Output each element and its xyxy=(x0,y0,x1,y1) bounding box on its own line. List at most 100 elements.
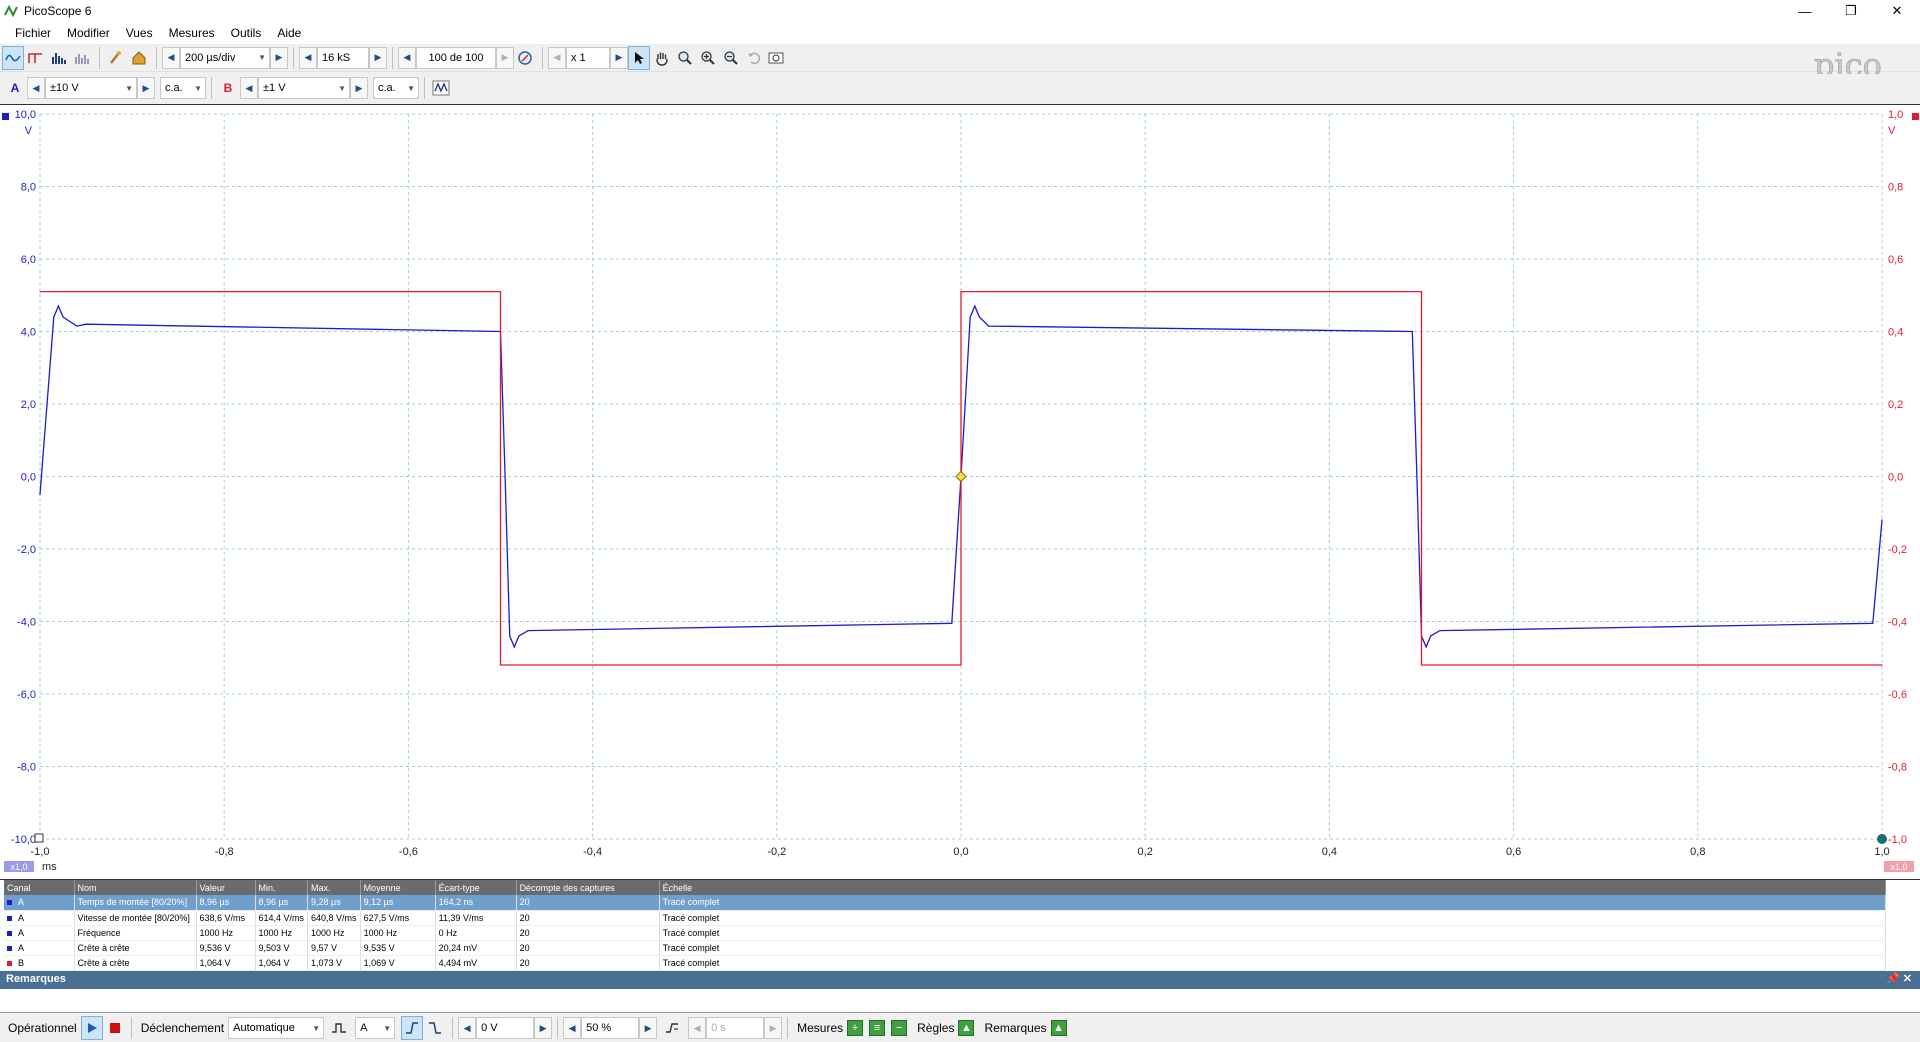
trigger-level-input[interactable]: 0 V xyxy=(476,1017,535,1039)
trigger-channel-select[interactable]: A ▼ xyxy=(355,1017,396,1039)
column-header-min[interactable]: Min. xyxy=(255,880,309,895)
restore-button[interactable]: ❐ xyxy=(1828,0,1874,22)
channel-a-options[interactable]: A xyxy=(4,76,26,100)
chevron-down-icon: ▼ xyxy=(312,1023,321,1033)
menu-fichier[interactable]: Fichier xyxy=(7,24,59,42)
spectrum-mode-icon[interactable] xyxy=(48,46,70,70)
measurement-cell: 640,8 V/ms xyxy=(307,910,361,926)
delay-decrease[interactable]: ◀ xyxy=(688,1017,707,1039)
measurement-cell: 1,069 V xyxy=(360,955,436,971)
persistence-mode-icon[interactable] xyxy=(25,46,47,70)
column-header-nom[interactable]: Nom xyxy=(74,880,197,895)
buffer-next-button[interactable]: ▶ xyxy=(496,46,514,69)
channel-b-marker[interactable] xyxy=(1912,113,1919,120)
scope-mode-icon[interactable] xyxy=(2,45,24,70)
delete-measurement-icon[interactable]: − xyxy=(891,1020,908,1036)
trigger-marker[interactable] xyxy=(955,470,967,483)
zoom-decrease-button[interactable]: ◀ xyxy=(548,46,566,69)
remarks-textarea[interactable] xyxy=(0,989,1920,1013)
channel-a-range-increase[interactable]: ▶ xyxy=(137,77,155,99)
measurement-cell: Tracé complet xyxy=(659,940,1887,956)
pretrigger-increase[interactable]: ▶ xyxy=(639,1017,658,1039)
menu-outils[interactable]: Outils xyxy=(223,24,270,42)
menu-aide[interactable]: Aide xyxy=(269,24,309,42)
falling-edge-icon[interactable] xyxy=(424,1016,446,1040)
zoom-in-icon[interactable] xyxy=(697,46,719,70)
ruler-handle-left[interactable] xyxy=(34,833,44,843)
channel-b-range-decrease[interactable]: ◀ xyxy=(240,77,258,99)
samples-input[interactable]: 16 kS xyxy=(317,46,369,69)
add-measurement-icon[interactable]: + xyxy=(847,1020,864,1036)
pretrigger-input[interactable]: 50 % xyxy=(581,1017,640,1039)
buffer-first-button[interactable]: ◀ xyxy=(398,46,416,69)
menu-modifier[interactable]: Modifier xyxy=(59,24,118,42)
scope-view[interactable]: 10,0 8,0 6,0 4,0 2,0 0,0 -2,0 -4,0 -6,0 -8,0 -10,0… xyxy=(0,104,1920,879)
channel-b-range-increase[interactable]: ▶ xyxy=(350,77,368,99)
menu-mesures[interactable]: Mesures xyxy=(161,24,223,42)
column-header-valeur[interactable]: Valeur xyxy=(196,880,256,895)
measurement-cell: A xyxy=(4,895,75,911)
delay-input[interactable]: 0 s xyxy=(706,1017,765,1039)
stop-button[interactable] xyxy=(109,1023,120,1033)
channel-b-range-select[interactable]: ±1 V ▼ xyxy=(258,77,350,99)
measurement-row[interactable]: B Crête à crête 1,064 V 1,064 V 1,073 V 1,069… xyxy=(4,955,1887,971)
capture-toolbar: ◀ 200 µs/div ▼ ▶ ◀ 16 kS ▶ ◀ 100 de 100 ▶… xyxy=(0,44,1920,72)
edit-measurement-icon[interactable]: ≡ xyxy=(869,1020,886,1036)
undo-zoom-icon[interactable] xyxy=(743,46,765,70)
buffer-navigator[interactable]: 100 de 100 xyxy=(416,46,496,69)
signal-generator-icon[interactable] xyxy=(430,76,452,100)
run-button[interactable] xyxy=(80,1016,103,1040)
ruler-settings-icon[interactable]: ▲ xyxy=(958,1020,975,1036)
channel-a-range-decrease[interactable]: ◀ xyxy=(27,77,45,99)
column-header-echelle[interactable]: Échelle xyxy=(659,880,1887,895)
probe-wizard-icon[interactable] xyxy=(105,46,127,70)
trigger-level-decrease[interactable]: ◀ xyxy=(458,1017,477,1039)
pretrigger-decrease[interactable]: ◀ xyxy=(563,1017,582,1039)
channel-a-point xyxy=(85,323,87,325)
close-button[interactable]: ✕ xyxy=(1874,0,1920,22)
post-trigger-delay-icon[interactable] xyxy=(661,1016,683,1040)
measurement-row[interactable]: A Temps de montée [80/20%] 8,96 µs 8,96 µs 9… xyxy=(4,895,1887,911)
channel-a-coupling-select[interactable]: c.a. ▼ xyxy=(160,77,206,99)
column-header-canal[interactable]: Canal xyxy=(4,880,75,895)
close-icon[interactable]: 📌 ✕ xyxy=(1886,972,1912,985)
column-header-decompte[interactable]: Décompte des captures xyxy=(516,880,660,895)
minimize-button[interactable]: — xyxy=(1782,0,1828,22)
column-header-moyenne[interactable]: Moyenne xyxy=(360,880,436,895)
measurement-row[interactable]: A Vitesse de montée [80/20%] 638,6 V/ms 614… xyxy=(4,910,1887,926)
timebase-increase-button[interactable]: ▶ xyxy=(270,46,288,69)
trigger-level-increase[interactable]: ▶ xyxy=(534,1017,553,1039)
zoom-area-icon[interactable] xyxy=(674,46,696,70)
zoom-out-icon[interactable] xyxy=(720,46,742,70)
menu-vues[interactable]: Vues xyxy=(118,24,161,42)
serial-mode-icon[interactable] xyxy=(71,46,93,70)
channel-a-range-select[interactable]: ±10 V ▼ xyxy=(45,77,137,99)
samples-increase-button[interactable]: ▶ xyxy=(369,46,387,69)
remarks-header: Remarques 📌 ✕ xyxy=(0,971,1920,989)
delay-increase[interactable]: ▶ xyxy=(764,1017,783,1039)
channel-b-options[interactable]: B xyxy=(217,76,239,100)
measurement-row[interactable]: A Crête à crête 9,536 V 9,503 V 9,57 V 9,535 … xyxy=(4,940,1887,956)
channel-b-coupling-select[interactable]: c.a. ▼ xyxy=(373,77,419,99)
advanced-trigger-icon[interactable] xyxy=(328,1016,350,1040)
samples-decrease-button[interactable]: ◀ xyxy=(299,46,317,69)
zoom-increase-button[interactable]: ▶ xyxy=(610,46,628,69)
trigger-mode-select[interactable]: Automatique ▼ xyxy=(228,1017,325,1039)
column-header-ecart-type[interactable]: Écart-type xyxy=(435,880,517,895)
channel-a-point xyxy=(951,622,953,624)
timebase-decrease-button[interactable]: ◀ xyxy=(162,46,180,69)
channel-a-marker[interactable] xyxy=(2,113,9,120)
measurement-row[interactable]: A Fréquence 1000 Hz 1000 Hz 1000 Hz 1000 Hz 0 … xyxy=(4,925,1887,941)
buffer-overview-icon[interactable] xyxy=(514,46,536,70)
pointer-tool-icon[interactable] xyxy=(628,45,650,70)
zoom-overview-icon[interactable] xyxy=(766,46,788,70)
hand-tool-icon[interactable] xyxy=(651,46,673,70)
column-header-max[interactable]: Max. xyxy=(307,880,361,895)
notes-toggle-icon[interactable]: ▲ xyxy=(1050,1020,1067,1036)
zoom-factor[interactable]: x 1 xyxy=(566,46,610,69)
scope-plot[interactable]: 10,0 8,0 6,0 4,0 2,0 0,0 -2,0 -4,0 -6,0 -8,0 -10,0… xyxy=(0,105,1920,880)
home-icon[interactable] xyxy=(128,46,150,70)
timebase-select[interactable]: 200 µs/div ▼ xyxy=(180,46,270,69)
ruler-handle-right[interactable] xyxy=(1877,834,1887,844)
rising-edge-icon[interactable] xyxy=(401,1016,424,1040)
